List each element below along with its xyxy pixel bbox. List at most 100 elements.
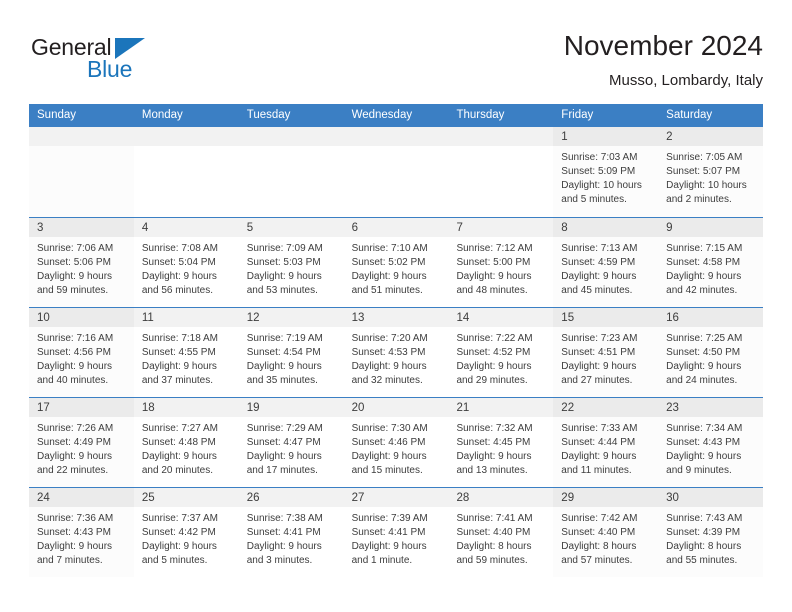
- day-number: 9: [666, 222, 673, 234]
- day-number: 16: [666, 312, 679, 324]
- daylight-text-line1: Daylight: 9 hours: [666, 361, 742, 372]
- sun-info: Sunrise: 7:10 AM Sunset: 5:02 PM Daylight:…: [344, 237, 449, 298]
- day-number: 13: [351, 312, 365, 324]
- sunset-text: Sunset: 5:09 PM: [561, 166, 636, 177]
- sun-info: Sunrise: 7:30 AM Sunset: 4:46 PM Daylight:…: [344, 417, 449, 478]
- day-number-strip: 9: [658, 218, 764, 237]
- day-cell-12[interactable]: 12 Sunrise: 7:19 AM Sunset: 4:54 PM Dayligh…: [238, 308, 344, 397]
- day-cell-16[interactable]: 16 Sunrise: 7:25 AM Sunset: 4:50 PM Dayligh…: [658, 308, 764, 397]
- day-cell-22[interactable]: 22 Sunrise: 7:33 AM Sunset: 4:44 PM Dayligh…: [553, 398, 659, 487]
- day-cell-2[interactable]: 2 Sunrise: 7:05 AM Sunset: 5:07 PM Daylight…: [658, 127, 764, 217]
- sunrise-text: Sunrise: 7:26 AM: [37, 423, 114, 434]
- daylight-text-line1: Daylight: 9 hours: [246, 361, 322, 372]
- daylight-text-line2: and 13 minutes.: [456, 465, 528, 476]
- sun-info: Sunrise: 7:34 AM Sunset: 4:43 PM Daylight:…: [658, 417, 763, 478]
- sunrise-text: Sunrise: 7:43 AM: [666, 513, 743, 524]
- day-cell-11[interactable]: 11 Sunrise: 7:18 AM Sunset: 4:55 PM Dayligh…: [133, 308, 239, 397]
- daylight-text-line1: Daylight: 9 hours: [351, 451, 427, 462]
- weekday-header-monday: Monday: [141, 109, 183, 121]
- day-cell-21[interactable]: 21 Sunrise: 7:32 AM Sunset: 4:45 PM Dayligh…: [448, 398, 554, 487]
- daylight-text-line1: Daylight: 9 hours: [246, 271, 322, 282]
- sunset-text: Sunset: 5:03 PM: [246, 257, 321, 268]
- sunrise-text: Sunrise: 7:36 AM: [37, 513, 114, 524]
- day-cell-23[interactable]: 23 Sunrise: 7:34 AM Sunset: 4:43 PM Dayligh…: [658, 398, 764, 487]
- day-cell-25[interactable]: 25 Sunrise: 7:37 AM Sunset: 4:42 PM Dayligh…: [133, 488, 239, 577]
- sun-info: Sunrise: 7:16 AM Sunset: 4:56 PM Daylight:…: [29, 327, 134, 388]
- day-cell-8[interactable]: 8 Sunrise: 7:13 AM Sunset: 4:59 PM Daylight…: [553, 218, 659, 307]
- day-cell-17[interactable]: 17 Sunrise: 7:26 AM Sunset: 4:49 PM Dayligh…: [29, 398, 134, 487]
- day-number: 19: [246, 402, 260, 414]
- sunset-text: Sunset: 4:45 PM: [456, 437, 531, 448]
- sunrise-text: Sunrise: 7:25 AM: [666, 333, 743, 344]
- day-cell-24[interactable]: 24 Sunrise: 7:36 AM Sunset: 4:43 PM Dayligh…: [29, 488, 134, 577]
- weekday-header-wednesday: Wednesday: [351, 109, 413, 121]
- day-cell-9[interactable]: 9 Sunrise: 7:15 AM Sunset: 4:58 PM Daylight…: [658, 218, 764, 307]
- day-number-strip: 10: [29, 308, 134, 327]
- day-cell-26[interactable]: 26 Sunrise: 7:38 AM Sunset: 4:41 PM Dayligh…: [238, 488, 344, 577]
- sunset-text: Sunset: 4:49 PM: [37, 437, 111, 448]
- day-number-strip: 30: [658, 488, 764, 507]
- daylight-text-line2: and 2 minutes.: [666, 194, 732, 205]
- daylight-text-line1: Daylight: 9 hours: [456, 271, 532, 282]
- day-cell-20[interactable]: 20 Sunrise: 7:30 AM Sunset: 4:46 PM Dayligh…: [343, 398, 449, 487]
- sunset-text: Sunset: 4:51 PM: [561, 347, 636, 358]
- page-subtitle: Musso, Lombardy, Italy: [609, 72, 763, 89]
- day-cell-5[interactable]: 5 Sunrise: 7:09 AM Sunset: 5:03 PM Daylight…: [238, 218, 344, 307]
- day-number-strip: 13: [343, 308, 449, 327]
- daylight-text-line1: Daylight: 9 hours: [246, 541, 322, 552]
- daylight-text-line2: and 5 minutes.: [561, 194, 627, 205]
- daylight-text-line1: Daylight: 9 hours: [351, 541, 427, 552]
- day-number-strip: 17: [29, 398, 134, 417]
- day-number-strip: [448, 127, 554, 146]
- sun-info: Sunrise: 7:36 AM Sunset: 4:43 PM Daylight:…: [29, 507, 134, 568]
- sunrise-text: Sunrise: 7:09 AM: [246, 243, 323, 254]
- daylight-text-line1: Daylight: 9 hours: [561, 451, 637, 462]
- day-cell-13[interactable]: 13 Sunrise: 7:20 AM Sunset: 4:53 PM Dayligh…: [343, 308, 449, 397]
- day-number-strip: 4: [133, 218, 239, 237]
- sun-info: Sunrise: 7:18 AM Sunset: 4:55 PM Daylight:…: [134, 327, 239, 388]
- day-number: 12: [246, 312, 260, 324]
- sun-info: Sunrise: 7:33 AM Sunset: 4:44 PM Daylight:…: [553, 417, 658, 478]
- day-cell-28[interactable]: 28 Sunrise: 7:41 AM Sunset: 4:40 PM Dayligh…: [448, 488, 554, 577]
- sunset-text: Sunset: 4:58 PM: [666, 257, 741, 268]
- calendar-weeks: 1 Sunrise: 7:03 AM Sunset: 5:09 PM Daylight…: [29, 127, 764, 577]
- weekday-header-sunday: Sunday: [37, 109, 77, 121]
- day-cell-6[interactable]: 6 Sunrise: 7:10 AM Sunset: 5:02 PM Daylight…: [343, 218, 449, 307]
- daylight-text-line2: and 42 minutes.: [666, 285, 738, 296]
- day-number-strip: 6: [343, 218, 449, 237]
- sun-info: Sunrise: 7:09 AM Sunset: 5:03 PM Daylight:…: [239, 237, 344, 298]
- sun-info: Sunrise: 7:38 AM Sunset: 4:41 PM Daylight:…: [239, 507, 344, 568]
- day-cell-10[interactable]: 10 Sunrise: 7:16 AM Sunset: 4:56 PM Dayligh…: [29, 308, 134, 397]
- day-cell-30[interactable]: 30 Sunrise: 7:43 AM Sunset: 4:39 PM Dayligh…: [658, 488, 764, 577]
- sun-info: Sunrise: 7:15 AM Sunset: 4:58 PM Daylight:…: [658, 237, 763, 298]
- day-cell-18[interactable]: 18 Sunrise: 7:27 AM Sunset: 4:48 PM Dayligh…: [133, 398, 239, 487]
- sunset-text: Sunset: 4:43 PM: [37, 527, 111, 538]
- sunrise-text: Sunrise: 7:19 AM: [246, 333, 323, 344]
- page-title: November 2024: [563, 30, 763, 61]
- sunrise-text: Sunrise: 7:27 AM: [141, 423, 219, 434]
- day-number: 3: [37, 222, 44, 234]
- day-cell-7[interactable]: 7 Sunrise: 7:12 AM Sunset: 5:00 PM Daylight…: [448, 218, 554, 307]
- sun-info: Sunrise: 7:39 AM Sunset: 4:41 PM Daylight:…: [344, 507, 449, 568]
- calendar-week-row: 24 Sunrise: 7:36 AM Sunset: 4:43 PM Dayligh…: [29, 487, 764, 577]
- general-blue-logo[interactable]: General Blue: [29, 34, 209, 86]
- daylight-text-line1: Daylight: 9 hours: [246, 451, 322, 462]
- sun-info: Sunrise: 7:29 AM Sunset: 4:47 PM Daylight:…: [239, 417, 344, 478]
- day-cell-19[interactable]: 19 Sunrise: 7:29 AM Sunset: 4:47 PM Dayligh…: [238, 398, 344, 487]
- sunset-text: Sunset: 4:43 PM: [666, 437, 741, 448]
- sunrise-text: Sunrise: 7:33 AM: [561, 423, 638, 434]
- day-cell-27[interactable]: 27 Sunrise: 7:39 AM Sunset: 4:41 PM Dayligh…: [343, 488, 449, 577]
- day-cell-14[interactable]: 14 Sunrise: 7:22 AM Sunset: 4:52 PM Dayligh…: [448, 308, 554, 397]
- page-header: General Blue November 2024 Musso, Lombar…: [29, 28, 763, 100]
- sunset-text: Sunset: 4:41 PM: [351, 527, 426, 538]
- day-cell-1[interactable]: 1 Sunrise: 7:03 AM Sunset: 5:09 PM Daylight…: [553, 127, 659, 217]
- day-cell-3[interactable]: 3 Sunrise: 7:06 AM Sunset: 5:06 PM Daylight…: [29, 218, 134, 307]
- day-number-strip: 26: [238, 488, 344, 507]
- day-cell-4[interactable]: 4 Sunrise: 7:08 AM Sunset: 5:04 PM Daylight…: [133, 218, 239, 307]
- daylight-text-line2: and 56 minutes.: [141, 285, 214, 296]
- daylight-text-line2: and 32 minutes.: [351, 375, 423, 386]
- sun-info: Sunrise: 7:22 AM Sunset: 4:52 PM Daylight:…: [448, 327, 553, 388]
- sunset-text: Sunset: 4:56 PM: [37, 347, 111, 358]
- day-cell-15[interactable]: 15 Sunrise: 7:23 AM Sunset: 4:51 PM Dayligh…: [553, 308, 659, 397]
- day-cell-29[interactable]: 29 Sunrise: 7:42 AM Sunset: 4:40 PM Dayligh…: [553, 488, 659, 577]
